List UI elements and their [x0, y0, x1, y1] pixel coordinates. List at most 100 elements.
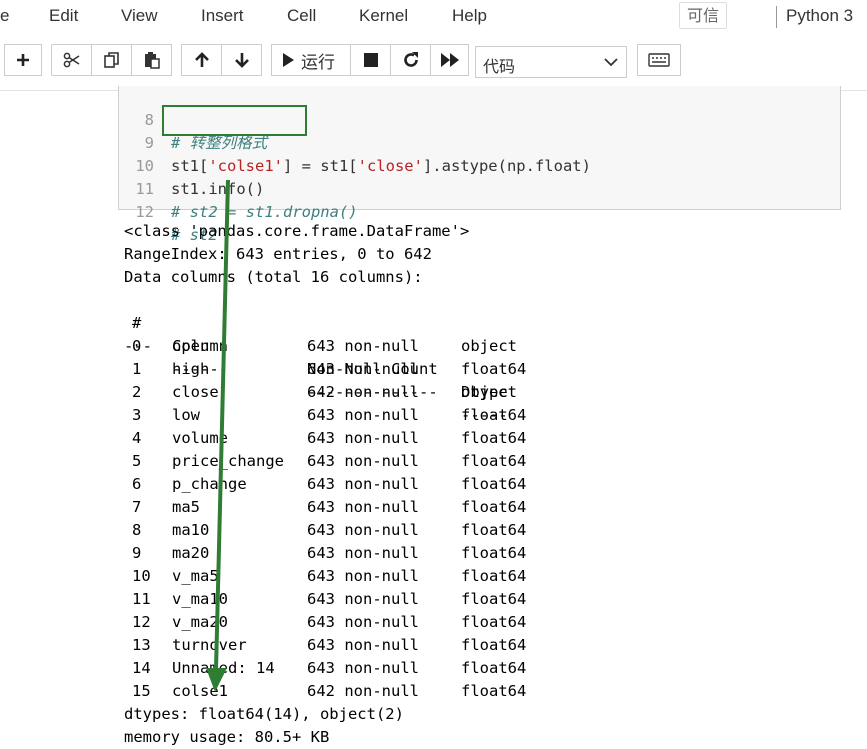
row-nonnull: 643 non-null [307, 659, 419, 677]
row-column: low [172, 406, 200, 424]
kernel-separator [776, 6, 777, 28]
output-memory: memory usage: 80.5+ KB [124, 728, 330, 746]
plus-icon [17, 54, 29, 66]
restart-run-all-button[interactable] [430, 44, 469, 76]
row-dtype: float64 [461, 590, 527, 608]
table-row: 14 Unnamed: 14 643 non-null float64 [124, 657, 854, 680]
refresh-icon [403, 52, 418, 67]
run-button-label: 运行 [301, 52, 335, 72]
row-index: 6 [132, 475, 142, 493]
row-nonnull: 643 non-null [307, 567, 419, 585]
table-row: 12 v_ma20 643 non-null float64 [124, 611, 854, 634]
row-nonnull: 643 non-null [307, 406, 419, 424]
play-icon [283, 53, 294, 67]
row-index: 13 [132, 636, 151, 654]
toolbar: 运行 [0, 34, 867, 91]
row-nonnull: 643 non-null [307, 636, 419, 654]
output-data-columns: Data columns (total 16 columns): [124, 268, 423, 286]
output-range-index: RangeIndex: 643 entries, 0 to 642 [124, 245, 432, 263]
row-index: 7 [132, 498, 142, 516]
cut-cells-button[interactable] [51, 44, 92, 76]
row-nonnull: 643 non-null [307, 613, 419, 631]
output-dtypes: dtypes: float64(14), object(2) [124, 705, 404, 723]
row-index: 9 [132, 544, 142, 562]
copy-icon [103, 52, 119, 68]
row-dtype: float64 [461, 475, 527, 493]
table-header: # Column Non-Null Count Dtype [124, 289, 854, 401]
trusted-indicator[interactable]: 可信 [679, 2, 727, 29]
insert-cell-below-button[interactable] [4, 44, 42, 76]
row-column: v_ma5 [172, 567, 219, 585]
row-nonnull: 643 non-null [307, 337, 419, 355]
copy-cells-button[interactable] [91, 44, 132, 76]
row-index: 0 [132, 337, 142, 355]
menu-cell[interactable]: Cell [287, 6, 316, 26]
menu-help[interactable]: Help [452, 6, 487, 26]
highlight-box [162, 105, 307, 136]
code-line: 12 # st2 [119, 178, 839, 244]
cell-type-select[interactable]: 代码 [475, 46, 627, 78]
row-nonnull: 643 non-null [307, 452, 419, 470]
move-cell-up-button[interactable] [181, 44, 222, 76]
row-dtype: float64 [461, 498, 527, 516]
table-row: 3 low 643 non-null float64 [124, 404, 854, 427]
row-column: price_change [172, 452, 284, 470]
kernel-name[interactable]: Python 3 [786, 6, 853, 26]
run-button[interactable]: 运行 [271, 44, 351, 76]
interrupt-kernel-button[interactable] [350, 44, 391, 76]
row-dtype: float64 [461, 659, 527, 677]
row-dtype: float64 [461, 682, 527, 700]
row-column: high [172, 360, 210, 378]
row-index: 12 [132, 613, 151, 631]
row-nonnull: 643 non-null [307, 498, 419, 516]
keyboard-icon [648, 53, 670, 67]
row-column: ma5 [172, 498, 200, 516]
row-index: 10 [132, 567, 151, 585]
row-dtype: float64 [461, 406, 527, 424]
menu-kernel[interactable]: Kernel [359, 6, 408, 26]
table-row: 13 turnover 643 non-null float64 [124, 634, 854, 657]
row-nonnull: 643 non-null [307, 475, 419, 493]
menu-file[interactable]: e [0, 6, 9, 26]
code-line: 11 # st2 = st1.dropna() [119, 155, 839, 221]
command-palette-button[interactable] [637, 44, 681, 76]
row-index: 2 [132, 383, 142, 401]
restart-kernel-button[interactable] [390, 44, 431, 76]
menu-view[interactable]: View [121, 6, 158, 26]
row-column: open [172, 337, 210, 355]
table-row: 15 colse1 642 non-null float64 [124, 680, 854, 703]
row-index: 15 [132, 682, 151, 700]
menu-insert[interactable]: Insert [201, 6, 244, 26]
paste-icon [144, 52, 160, 69]
row-nonnull: 643 non-null [307, 429, 419, 447]
row-column: ma20 [172, 544, 210, 562]
row-dtype: object [461, 383, 517, 401]
table-row: 10 v_ma5 643 non-null float64 [124, 565, 854, 588]
row-index: 1 [132, 360, 142, 378]
menu-edit[interactable]: Edit [49, 6, 78, 26]
arrow-up-icon [194, 52, 209, 67]
row-column: p_change [172, 475, 247, 493]
row-nonnull: 643 non-null [307, 360, 419, 378]
row-column: colse1 [172, 682, 228, 700]
move-cell-down-button[interactable] [221, 44, 262, 76]
arrow-down-icon [234, 53, 249, 68]
chevron-down-icon [604, 58, 618, 67]
table-row: 7 ma5 643 non-null float64 [124, 496, 854, 519]
stop-icon [363, 53, 378, 67]
row-column: ma10 [172, 521, 210, 539]
row-dtype: float64 [461, 452, 527, 470]
output-class-line: <class 'pandas.core.frame.DataFrame'> [124, 222, 470, 240]
fast-forward-icon [440, 53, 459, 67]
table-row: 6 p_change 643 non-null float64 [124, 473, 854, 496]
row-nonnull: 643 non-null [307, 590, 419, 608]
row-dtype: float64 [461, 544, 527, 562]
table-row: 8 ma10 643 non-null float64 [124, 519, 854, 542]
row-column: turnover [172, 636, 247, 654]
row-column: volume [172, 429, 228, 447]
table-row: 5 price_change 643 non-null float64 [124, 450, 854, 473]
paste-cells-button[interactable] [131, 44, 172, 76]
row-nonnull: 643 non-null [307, 521, 419, 539]
row-index: 14 [132, 659, 151, 677]
row-index: 11 [132, 590, 151, 608]
